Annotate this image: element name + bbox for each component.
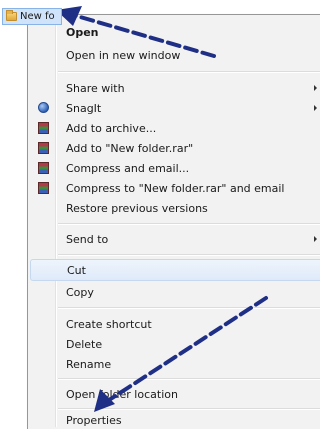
menu-item-add-to-rar[interactable]: Add to "New folder.rar" — [30, 137, 320, 159]
menu-item-snagit[interactable]: SnagIt — [30, 97, 320, 119]
menu-item-properties[interactable]: Properties — [30, 409, 320, 429]
menu-item-label: Restore previous versions — [66, 201, 208, 215]
menu-item-label: Rename — [66, 357, 112, 371]
submenu-arrow-icon — [314, 85, 317, 91]
folder-icon — [6, 10, 17, 21]
menu-separator — [58, 307, 320, 309]
winrar-icon — [38, 162, 49, 174]
menu-item-copy[interactable]: Copy — [30, 281, 320, 303]
submenu-arrow-icon — [314, 236, 317, 242]
menu-item-cut[interactable]: Cut — [30, 259, 320, 281]
menu-item-label: Open — [66, 25, 99, 39]
context-menu: Open Open in new window Share with SnagI… — [27, 14, 320, 429]
menu-item-create-shortcut[interactable]: Create shortcut — [30, 313, 320, 335]
submenu-arrow-icon — [314, 105, 317, 111]
winrar-icon — [38, 122, 49, 134]
menu-item-open-in-new-window[interactable]: Open in new window — [30, 44, 320, 66]
menu-item-label: Copy — [66, 285, 94, 299]
menu-item-compress-to-rar-and-email[interactable]: Compress to "New folder.rar" and email — [30, 177, 320, 199]
menu-item-label: Open folder location — [66, 387, 178, 401]
menu-item-label: Properties — [66, 413, 122, 427]
menu-item-label: Add to archive... — [66, 121, 157, 135]
menu-item-label: Compress and email... — [66, 161, 190, 175]
menu-item-label: Compress to "New folder.rar" and email — [66, 181, 285, 195]
menu-separator — [58, 71, 320, 73]
menu-item-restore-previous-versions[interactable]: Restore previous versions — [30, 197, 320, 219]
menu-item-open[interactable]: Open — [30, 21, 320, 43]
menu-item-rename[interactable]: Rename — [30, 353, 320, 375]
menu-item-delete[interactable]: Delete — [30, 333, 320, 355]
menu-item-share-with[interactable]: Share with — [30, 77, 320, 99]
menu-item-send-to[interactable]: Send to — [30, 228, 320, 250]
menu-separator — [58, 223, 320, 225]
menu-item-open-folder-location[interactable]: Open folder location — [30, 383, 320, 405]
winrar-icon — [38, 182, 49, 194]
menu-item-label: Cut — [67, 263, 86, 277]
menu-item-label: Share with — [66, 81, 125, 95]
winrar-icon — [38, 142, 49, 154]
menu-item-label: Add to "New folder.rar" — [66, 141, 194, 155]
menu-item-label: SnagIt — [66, 101, 102, 115]
screenshot: New fo Open Open in new window Share wit… — [0, 0, 320, 429]
menu-item-add-to-archive[interactable]: Add to archive... — [30, 117, 320, 139]
menu-item-compress-and-email[interactable]: Compress and email... — [30, 157, 320, 179]
menu-item-label: Delete — [66, 337, 103, 351]
folder-item[interactable]: New fo — [2, 8, 62, 25]
snagit-icon — [38, 102, 49, 113]
menu-item-label: Open in new window — [66, 48, 181, 62]
menu-item-label: Send to — [66, 232, 109, 246]
menu-separator — [58, 378, 320, 380]
menu-separator — [58, 254, 320, 256]
folder-name: New fo — [20, 11, 55, 22]
menu-item-label: Create shortcut — [66, 317, 152, 331]
